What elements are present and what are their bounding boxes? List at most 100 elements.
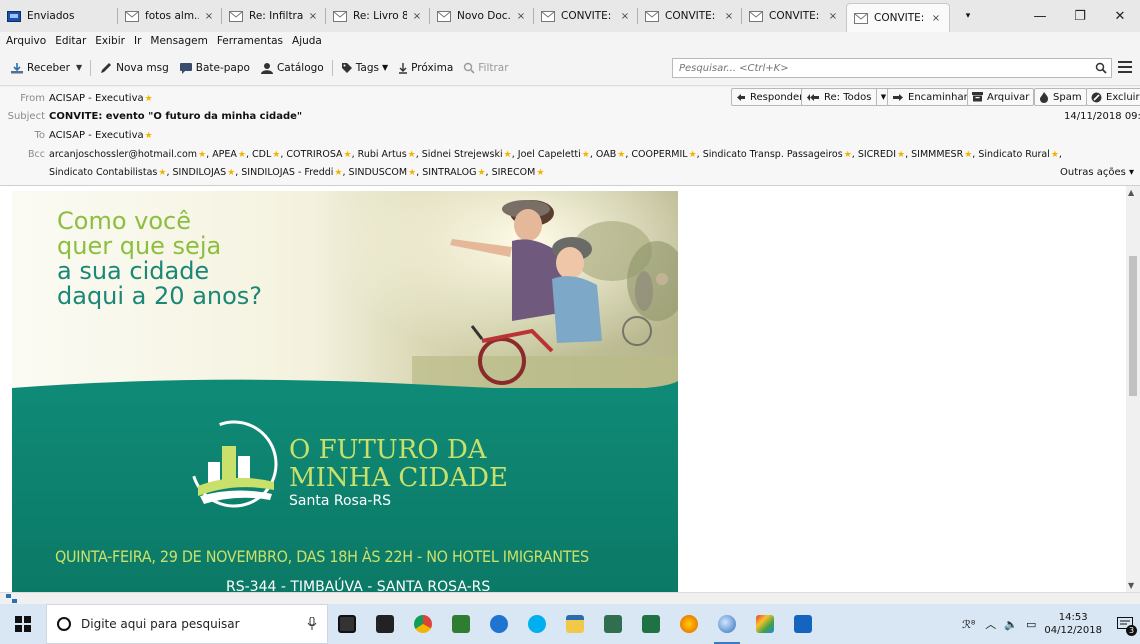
menu-arquivo[interactable]: Arquivo bbox=[6, 35, 46, 47]
bcc-recipient[interactable]: SINDILOJAS - Freddi bbox=[241, 167, 333, 178]
people-icon[interactable]: ℛ⁸ bbox=[962, 618, 975, 631]
bcc-recipient[interactable]: SINTRALOG bbox=[422, 167, 476, 178]
menu-ferramentas[interactable]: Ferramentas bbox=[217, 35, 283, 47]
scroll-down-icon[interactable]: ▼ bbox=[1128, 581, 1134, 590]
bcc-recipient[interactable]: Sindicato Contabilistas bbox=[49, 167, 157, 178]
start-button[interactable] bbox=[0, 604, 46, 644]
close-window-button[interactable]: ✕ bbox=[1100, 0, 1140, 32]
taskbar-store[interactable] bbox=[366, 604, 404, 644]
status-bar bbox=[0, 592, 1140, 604]
delete-button[interactable]: Excluir bbox=[1086, 88, 1140, 106]
tab-message[interactable]: Re: Livro 8... × bbox=[326, 0, 430, 32]
menu-ir[interactable]: Ir bbox=[134, 35, 141, 47]
search-icon[interactable] bbox=[1091, 62, 1111, 74]
menu-editar[interactable]: Editar bbox=[55, 35, 86, 47]
notification-center[interactable]: 3 bbox=[1110, 604, 1140, 644]
taskbar-thunderbird[interactable] bbox=[708, 604, 746, 644]
taskbar-search[interactable]: Digite aqui para pesquisar bbox=[46, 604, 328, 644]
receive-button[interactable]: Receber ▼ bbox=[10, 62, 82, 74]
bcc-recipient[interactable]: COTRIROSA bbox=[286, 149, 342, 160]
new-message-button[interactable]: Nova msg bbox=[99, 62, 169, 74]
taskbar-edge[interactable] bbox=[480, 604, 518, 644]
taskbar-photos[interactable] bbox=[442, 604, 480, 644]
tab-list-button[interactable]: ▾ bbox=[950, 0, 986, 32]
spam-button[interactable]: Spam bbox=[1034, 88, 1087, 106]
close-icon[interactable]: × bbox=[515, 11, 527, 22]
tab-message[interactable]: CONVITE: ... × bbox=[638, 0, 742, 32]
reply-all-button[interactable]: Re: Todos ▼ bbox=[801, 88, 891, 106]
taskbar-calculator[interactable] bbox=[328, 604, 366, 644]
bcc-recipient[interactable]: arcanjoschossler@hotmail.com bbox=[49, 149, 197, 160]
bcc-recipient[interactable]: Rubi Artus bbox=[358, 149, 407, 160]
bcc-recipient[interactable]: SINDILOJAS bbox=[173, 167, 227, 178]
tab-message[interactable]: CONVITE: ... × bbox=[742, 0, 846, 32]
close-icon[interactable]: × bbox=[411, 11, 423, 22]
close-icon[interactable]: × bbox=[827, 11, 839, 22]
reply-button[interactable]: Responder bbox=[731, 88, 809, 106]
close-icon[interactable]: × bbox=[723, 11, 735, 22]
scrollbar-thumb[interactable] bbox=[1129, 256, 1137, 396]
bcc-recipient[interactable]: COOPERMIL bbox=[631, 149, 687, 160]
tags-button[interactable]: Tags ▼ bbox=[341, 62, 388, 74]
next-button[interactable]: Próxima bbox=[398, 62, 453, 74]
tab-message-active[interactable]: CONVITE: ... × bbox=[846, 3, 950, 32]
tab-message[interactable]: Re: Infiltra... × bbox=[222, 0, 326, 32]
bcc-recipient[interactable]: APEA bbox=[212, 149, 237, 160]
bcc-recipient[interactable]: SINDUSCOM bbox=[349, 167, 408, 178]
chevron-down-icon[interactable]: ▼ bbox=[76, 63, 82, 72]
bcc-recipient[interactable]: Sidnei Strejewski bbox=[422, 149, 503, 160]
close-icon[interactable]: × bbox=[203, 11, 215, 22]
menu-ajuda[interactable]: Ajuda bbox=[292, 35, 322, 47]
scroll-up-icon[interactable]: ▲ bbox=[1128, 188, 1134, 197]
hamburger-menu-icon[interactable] bbox=[1118, 61, 1132, 76]
close-icon[interactable]: × bbox=[930, 13, 942, 24]
taskbar-explorer[interactable] bbox=[556, 604, 594, 644]
maximize-button[interactable]: ❐ bbox=[1060, 0, 1100, 32]
tab-message[interactable]: CONVITE: ... × bbox=[534, 0, 638, 32]
taskbar-firefox[interactable] bbox=[670, 604, 708, 644]
bcc-recipient[interactable]: Sindicato Rural bbox=[978, 149, 1050, 160]
vertical-scrollbar[interactable]: ▲ ▼ bbox=[1126, 186, 1140, 592]
battery-icon[interactable]: ▭ bbox=[1026, 618, 1036, 631]
search-box[interactable] bbox=[672, 58, 1112, 78]
catalog-button[interactable]: Catálogo bbox=[260, 62, 324, 74]
bcc-recipient[interactable]: CDL bbox=[252, 149, 271, 160]
tab-enviados[interactable]: Enviados bbox=[0, 0, 118, 32]
bcc-recipient[interactable]: SIRECOM bbox=[492, 167, 536, 178]
taskbar-paint[interactable] bbox=[746, 604, 784, 644]
bcc-recipient[interactable]: Sindicato Transp. Passageiros bbox=[703, 149, 843, 160]
filter-button[interactable]: Filtrar bbox=[463, 62, 509, 74]
menu-bar: Arquivo Editar Exibir Ir Mensagem Ferram… bbox=[0, 32, 1140, 50]
chevron-up-icon[interactable]: ︿ bbox=[985, 616, 996, 632]
close-icon[interactable]: × bbox=[619, 11, 631, 22]
tab-message[interactable]: fotos alm... × bbox=[118, 0, 222, 32]
taskbar-notes[interactable] bbox=[594, 604, 632, 644]
to-value[interactable]: ACISAP - Executiva bbox=[49, 130, 144, 141]
bcc-recipient[interactable]: SIMMMESR bbox=[911, 149, 963, 160]
online-status-icon[interactable] bbox=[6, 594, 18, 604]
bcc-recipient[interactable]: SICREDI bbox=[858, 149, 896, 160]
bcc-recipient[interactable]: Joel Capeletti bbox=[518, 149, 581, 160]
taskbar-skype[interactable] bbox=[518, 604, 556, 644]
bcc-recipient[interactable]: OAB bbox=[596, 149, 616, 160]
close-icon[interactable]: × bbox=[307, 11, 319, 22]
star-icon[interactable]: ★ bbox=[145, 94, 153, 104]
taskbar-media[interactable] bbox=[784, 604, 822, 644]
star-icon[interactable]: ★ bbox=[145, 131, 153, 141]
volume-icon[interactable]: 🔈 bbox=[1004, 618, 1018, 631]
tab-message[interactable]: Novo Doc... × bbox=[430, 0, 534, 32]
clock[interactable]: 14:53 04/12/2018 bbox=[1044, 611, 1102, 637]
menu-exibir[interactable]: Exibir bbox=[95, 35, 125, 47]
menu-mensagem[interactable]: Mensagem bbox=[150, 35, 207, 47]
forward-button[interactable]: Encaminhar bbox=[887, 88, 973, 106]
search-input[interactable] bbox=[679, 62, 1091, 74]
thunderbird-icon bbox=[718, 615, 736, 633]
taskbar-excel[interactable] bbox=[632, 604, 670, 644]
from-value[interactable]: ACISAP - Executiva bbox=[49, 93, 144, 104]
minimize-button[interactable]: — bbox=[1020, 0, 1060, 32]
microphone-icon[interactable] bbox=[307, 617, 317, 631]
more-actions-button[interactable]: Outras ações ▾ bbox=[1060, 167, 1134, 178]
taskbar-chrome[interactable] bbox=[404, 604, 442, 644]
chat-button[interactable]: Bate-papo bbox=[179, 62, 250, 74]
archive-button[interactable]: Arquivar bbox=[967, 88, 1035, 106]
